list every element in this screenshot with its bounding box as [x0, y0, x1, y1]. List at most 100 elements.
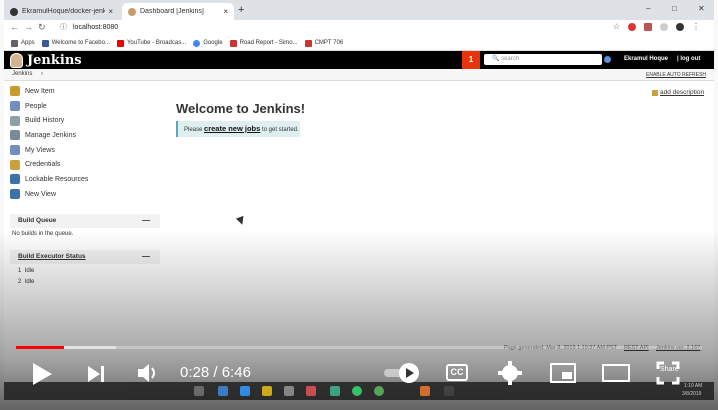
settings-gear-icon[interactable]	[498, 361, 522, 385]
welcome-notice: Please create new jobs to get started.	[176, 121, 300, 137]
share-label[interactable]: Share	[660, 366, 679, 373]
build-queue-title[interactable]: Build Queue	[18, 217, 56, 224]
butler-icon	[10, 53, 23, 68]
sidebar-item-new-item[interactable]: New Item	[10, 84, 160, 99]
sidebar-item-build-history[interactable]: Build History	[10, 113, 160, 128]
sidebar-item-my-views[interactable]: My Views	[10, 143, 160, 158]
extension-icon[interactable]	[628, 22, 636, 31]
url-field[interactable]: ⓘ localhost:8080	[60, 22, 118, 32]
reload-icon[interactable]: ↻	[38, 22, 46, 33]
profile-icon[interactable]	[676, 22, 684, 31]
taskbar-icon[interactable]	[420, 386, 430, 396]
executor-number: 2	[18, 279, 22, 285]
next-icon[interactable]	[86, 364, 106, 384]
extension-icon[interactable]	[644, 22, 652, 31]
jenkins-favicon-icon	[128, 7, 136, 16]
sidebar-item-new-view[interactable]: New View	[10, 187, 160, 202]
chrome-icon[interactable]	[374, 386, 384, 396]
search-icon: 🔍	[492, 56, 500, 62]
edge-icon[interactable]	[240, 386, 250, 396]
taskbar-icon[interactable]	[284, 386, 294, 396]
logo-text: Jenkins	[27, 53, 82, 68]
collapse-icon[interactable]: —	[142, 214, 150, 228]
played-bar	[16, 346, 65, 349]
miniplayer-icon[interactable]	[550, 363, 576, 383]
new-tab-button[interactable]: +	[238, 4, 244, 16]
minimize-icon[interactable]: –	[646, 4, 650, 13]
taskbar-icon[interactable]	[194, 386, 204, 396]
tab-jenkins[interactable]: Dashboard [Jenkins] ×	[122, 3, 234, 20]
maximize-icon[interactable]: □	[672, 4, 677, 13]
github-icon	[10, 7, 18, 16]
video-progress-bar[interactable]	[16, 346, 702, 349]
folder-icon[interactable]	[262, 386, 272, 396]
executor-state: Idle	[24, 268, 35, 274]
breadcrumb: Jenkins › ENABLE AUTO REFRESH	[4, 69, 714, 81]
browser-window: EkramulHoque/docker-jenkins-... × Dashbo…	[4, 0, 714, 400]
bookmark-icon	[304, 39, 312, 47]
taskbar-icon[interactable]	[218, 386, 228, 396]
autoplay-toggle[interactable]	[382, 362, 422, 384]
breadcrumb-arrow-icon[interactable]: ›	[41, 71, 43, 77]
star-icon[interactable]: ☆	[613, 22, 620, 31]
tab-github[interactable]: EkramulHoque/docker-jenkins-... ×	[4, 3, 119, 20]
sidebar-item-label: My Views	[25, 146, 55, 154]
whatsapp-icon[interactable]	[352, 386, 362, 396]
volume-icon[interactable]	[136, 362, 160, 384]
bookmark-road-report[interactable]: Road Report - Simo...	[229, 39, 298, 47]
sidebar-item-label: Lockable Resources	[25, 175, 89, 183]
notification-badge[interactable]: 1	[462, 51, 480, 69]
executor-title[interactable]: Build Executor Status	[18, 253, 86, 260]
create-new-jobs-link[interactable]: create new jobs	[204, 124, 260, 133]
auto-refresh-link[interactable]: ENABLE AUTO REFRESH	[646, 72, 706, 78]
bookmark-label: Road Report - Simo...	[239, 40, 298, 46]
sidebar-item-label: New Item	[25, 87, 55, 95]
bookmark-cmpt[interactable]: CMPT 706	[304, 39, 344, 47]
search-input[interactable]: 🔍 search	[484, 54, 602, 65]
bookmark-apps[interactable]: Apps	[11, 39, 35, 47]
collapse-icon[interactable]: —	[142, 250, 150, 264]
sidebar-item-credentials[interactable]: Credentials	[10, 157, 160, 172]
sidebar-item-icon	[10, 86, 20, 97]
help-icon[interactable]	[604, 56, 611, 63]
bookmark-label: CMPT 706	[314, 40, 344, 46]
sidebar-item-lockable-resources[interactable]: Lockable Resources	[10, 172, 160, 187]
current-time: 0:28	[180, 364, 210, 381]
close-icon[interactable]: ×	[223, 7, 228, 16]
back-icon[interactable]: ←	[10, 22, 19, 32]
forward-icon[interactable]: →	[24, 22, 33, 32]
user-link[interactable]: Ekramul Hoque	[624, 56, 668, 62]
extension-icon[interactable]	[660, 22, 668, 31]
add-description-link[interactable]: add description	[652, 89, 704, 96]
taskbar-icon[interactable]	[330, 386, 340, 396]
page-title: Welcome to Jenkins!	[176, 101, 306, 116]
sidebar-item-people[interactable]: People	[10, 99, 160, 114]
mouse-cursor	[235, 215, 247, 227]
bookmark-label: Welcome to Facebo...	[51, 40, 110, 46]
notice-prefix: Please	[184, 127, 203, 133]
bookmark-label: Google	[203, 40, 223, 46]
window-close-icon[interactable]: ✕	[698, 4, 705, 13]
theater-mode-icon[interactable]	[602, 364, 630, 382]
play-icon[interactable]	[30, 361, 54, 387]
facebook-icon	[41, 39, 49, 47]
apps-icon	[11, 39, 18, 47]
executor-number: 1	[18, 268, 22, 274]
menu-icon[interactable]: ⋮	[692, 22, 700, 31]
sidebar-item-label: New View	[25, 190, 56, 198]
bookmark-youtube[interactable]: YouTube - Broadcas...	[116, 39, 186, 47]
time-separator: /	[213, 364, 218, 381]
side-menu: New Item People Build History Manage Jenkin…	[10, 84, 160, 202]
close-icon[interactable]: ×	[108, 7, 113, 16]
fullscreen-icon[interactable]	[656, 361, 680, 385]
bookmark-facebook[interactable]: Welcome to Facebo...	[41, 39, 110, 47]
jenkins-logo[interactable]: Jenkins	[10, 53, 82, 68]
captions-button[interactable]: CC	[446, 364, 468, 381]
taskbar-icon[interactable]	[306, 386, 316, 396]
taskbar-icon[interactable]	[444, 386, 454, 396]
sidebar-item-manage-jenkins[interactable]: Manage Jenkins	[10, 128, 160, 143]
build-queue-header: Build Queue —	[10, 214, 160, 228]
bookmark-google[interactable]: Google	[193, 39, 223, 47]
breadcrumb-jenkins[interactable]: Jenkins	[12, 71, 32, 77]
logout-link[interactable]: | log out	[677, 56, 700, 62]
